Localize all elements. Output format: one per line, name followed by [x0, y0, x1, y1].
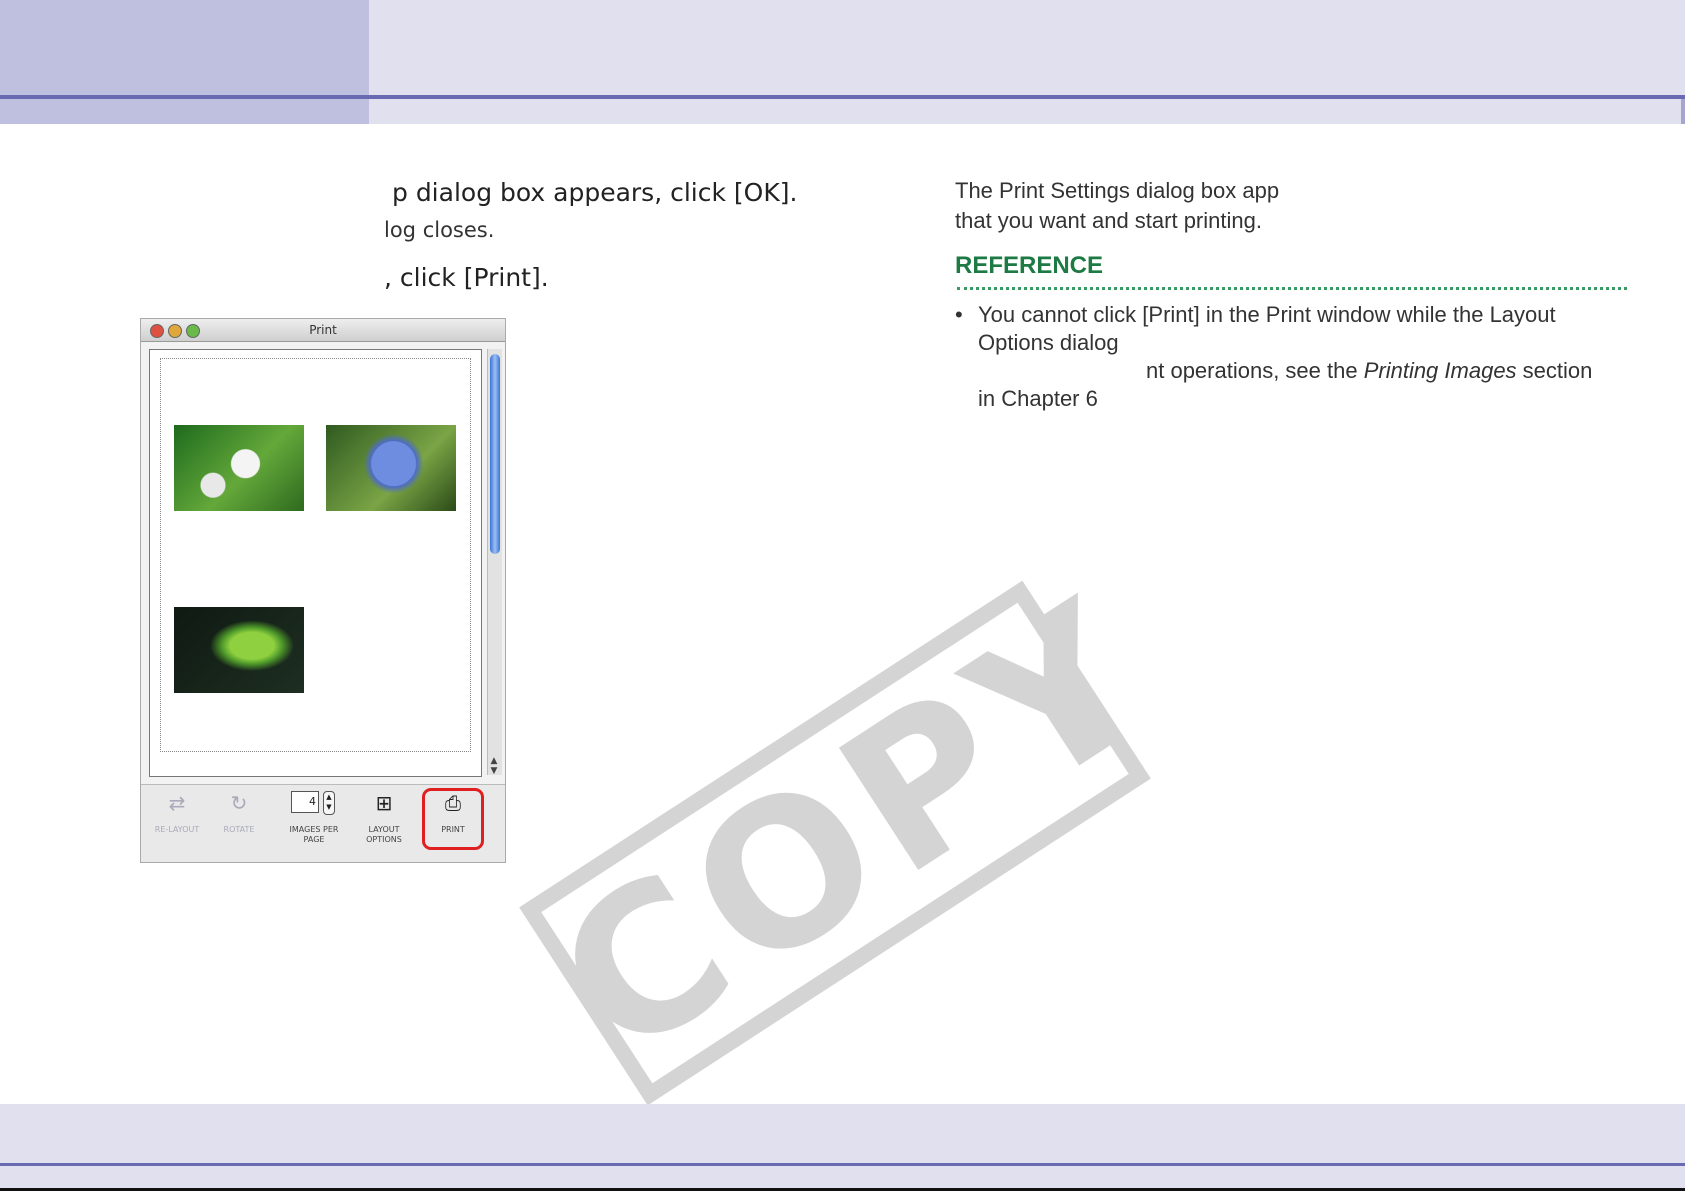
images-per-page-icon: 4 ▲ ▼	[291, 791, 337, 815]
relayout-label: RE-LAYOUT	[154, 825, 200, 834]
bullet1-line1: You cannot click [Print] in the Print wi…	[978, 302, 1556, 327]
header-rule	[0, 95, 1685, 99]
rotate-icon: ↻	[230, 791, 248, 815]
bullet2-suffix: section	[1516, 358, 1593, 383]
page-outline	[160, 358, 471, 752]
window-title: Print	[309, 323, 337, 337]
relayout-button[interactable]: ⇄ RE-LAYOUT	[149, 791, 205, 835]
scroll-arrows-icon[interactable]: ▲ ▼	[487, 756, 501, 776]
images-per-page-label: IMAGES PER PAGE	[289, 825, 339, 844]
relayout-icon: ⇄	[168, 791, 186, 815]
layout-options-button[interactable]: ⊞ LAYOUT OPTIONS	[356, 791, 412, 845]
bullet1-line2: Options dialog	[978, 330, 1119, 355]
footer-rule	[0, 1163, 1685, 1166]
copy-watermark: COPY	[519, 555, 1190, 1106]
green-leaves-photo[interactable]	[174, 607, 304, 693]
step1-note: log closes.	[384, 218, 495, 242]
print-window: Print ▲ ▼ ⇄ RE-LAYOUT ↻ ROTATE 4 ▲ ▼ IMAGE…	[140, 318, 506, 863]
vertical-scrollbar[interactable]	[487, 349, 502, 775]
page-header	[0, 0, 1685, 124]
print-toolbar: ⇄ RE-LAYOUT ↻ ROTATE 4 ▲ ▼ IMAGES PER PAG…	[141, 784, 505, 862]
intro-line-1: The Print Settings dialog box app	[955, 178, 1280, 203]
header-rule-end	[1681, 99, 1685, 124]
scrollbar-thumb[interactable]	[490, 354, 500, 554]
images-per-page-control[interactable]: 4 ▲ ▼ IMAGES PER PAGE	[283, 791, 345, 845]
reference-divider	[957, 287, 1627, 290]
print-button-highlight	[422, 788, 484, 850]
reference-heading: REFERENCE	[955, 252, 1104, 279]
bullet2-line2: in Chapter 6	[978, 386, 1098, 411]
rotate-button[interactable]: ↻ ROTATE	[211, 791, 267, 835]
images-per-page-stepper[interactable]: ▲ ▼	[323, 791, 335, 815]
bullet-dot: •	[955, 302, 963, 327]
print-preview-area	[149, 349, 482, 777]
images-per-page-field[interactable]: 4	[291, 791, 319, 813]
header-tab	[0, 0, 369, 124]
step2-heading: , click [Print].	[384, 263, 549, 292]
window-titlebar: Print	[141, 319, 505, 342]
bullet2-prefix: nt operations, see the	[1146, 358, 1364, 383]
layout-options-label: LAYOUT OPTIONS	[366, 825, 402, 844]
printing-images-reference: Printing Images	[1363, 358, 1517, 383]
step1-heading: p dialog box appears, click [OK].	[392, 178, 798, 207]
rotate-label: ROTATE	[223, 825, 255, 834]
white-hydrangea-photo[interactable]	[174, 425, 304, 511]
bullet2-line1: nt operations, see the Printing Images s…	[1146, 358, 1592, 384]
page-footer	[0, 1104, 1685, 1191]
blue-hydrangea-photo[interactable]	[326, 425, 456, 511]
layout-options-icon: ⊞	[375, 791, 393, 815]
intro-line-2: that you want and start printing.	[955, 208, 1262, 233]
